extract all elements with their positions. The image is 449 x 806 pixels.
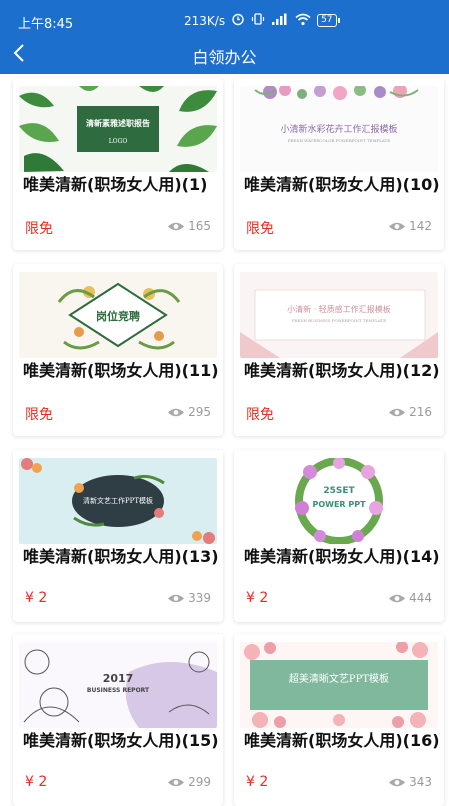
view-count-value: 216: [409, 405, 432, 419]
thumbnail-line1: 清新素雅述职报告: [86, 118, 150, 128]
price-label: ¥ 2: [246, 774, 269, 790]
price-label: 限免: [246, 221, 274, 237]
template-card-6[interactable]: 25SET POWER PPT 唯美清新(职场女人用)(14) ¥ 2 444: [234, 450, 444, 622]
view-count-value: 343: [409, 775, 432, 789]
price-label: ¥ 2: [25, 590, 48, 606]
thumbnail-line2: BUSINESS REPORT: [86, 687, 150, 694]
alarm-icon: [231, 12, 245, 29]
price-label: 限免: [246, 407, 274, 423]
card-title: 唯美清新(职场女人用)(10): [244, 175, 440, 194]
template-card-5[interactable]: 清新文艺工作PPT模板 唯美清新(职场女人用)(13) ¥ 2 339: [13, 450, 223, 622]
network-speed: 213K/s: [184, 13, 226, 28]
eye-icon: [389, 408, 406, 416]
page-title: 白领办公: [192, 48, 257, 67]
eye-icon: [168, 222, 185, 230]
status-time: 上午8:45: [18, 17, 74, 32]
thumbnail-image: 清新素雅述职报告 LOGO: [19, 86, 217, 172]
card-title: 唯美清新(职场女人用)(15): [23, 731, 219, 750]
eye-icon: [168, 594, 185, 602]
thumbnail-image: 清新文艺工作PPT模板: [19, 458, 217, 544]
card-title: 唯美清新(职场女人用)(16): [244, 731, 440, 750]
thumbnail-line1: 超美清晰文艺PPT模板: [288, 674, 390, 685]
vibrate-icon: [251, 12, 265, 29]
price-label: ¥ 2: [246, 590, 269, 606]
template-card-4[interactable]: 小清新 · 轻质感工作汇报模板 FRESH BUSINESS POWERPOIN…: [234, 264, 444, 436]
card-title: 唯美清新(职场女人用)(11): [23, 361, 219, 380]
eye-icon: [389, 594, 406, 602]
battery-level: 57: [317, 14, 337, 27]
thumbnail-image: 超美清晰文艺PPT模板: [240, 642, 438, 728]
thumbnail-image: 小清新 · 轻质感工作汇报模板 FRESH BUSINESS POWERPOIN…: [240, 272, 438, 358]
view-count-value: 295: [188, 405, 211, 419]
template-card-7[interactable]: 2017 BUSINESS REPORT 唯美清新(职场女人用)(15) ¥ 2…: [13, 634, 223, 806]
thumbnail-line2: FRESH WATERCOLOR POWERPOINT TEMPLATE: [287, 138, 391, 143]
price-label: 限免: [25, 407, 53, 423]
view-count: 165: [167, 219, 211, 233]
template-card-3[interactable]: 岗位竞聘 唯美清新(职场女人用)(11) 限免 295: [13, 264, 223, 436]
view-count-value: 339: [188, 591, 211, 605]
view-count-value: 299: [188, 775, 211, 789]
view-count: 343: [388, 775, 432, 789]
view-count-value: 165: [188, 219, 211, 233]
thumbnail-line1: 25SET: [323, 486, 355, 496]
view-count-value: 142: [409, 219, 432, 233]
template-card-2[interactable]: 小清新水彩花卉工作汇报模板 FRESH WATERCOLOR POWERPOIN…: [234, 78, 444, 250]
price-label: ¥ 2: [25, 774, 48, 790]
view-count: 142: [388, 219, 432, 233]
wifi-icon: [295, 13, 311, 29]
thumbnail-line2: POWER PPT: [312, 500, 366, 509]
view-count: 444: [388, 591, 432, 605]
eye-icon: [389, 778, 406, 786]
eye-icon: [168, 408, 185, 416]
thumbnail-line1: 清新文艺工作PPT模板: [82, 497, 154, 505]
thumbnail-line1: 2017: [102, 672, 134, 685]
price-label: 限免: [25, 221, 53, 237]
thumbnail-image: 岗位竞聘: [19, 272, 217, 358]
thumbnail-line1: 岗位竞聘: [96, 310, 140, 323]
battery-icon: 57: [317, 14, 340, 27]
card-title: 唯美清新(职场女人用)(14): [244, 547, 440, 566]
view-count: 299: [167, 775, 211, 789]
view-count: 295: [167, 405, 211, 419]
eye-icon: [168, 778, 185, 786]
signal-icon: [271, 13, 289, 29]
card-title: 唯美清新(职场女人用)(13): [23, 547, 219, 566]
template-card-8[interactable]: 超美清晰文艺PPT模板 唯美清新(职场女人用)(16) ¥ 2 343: [234, 634, 444, 806]
status-icons: 213K/s 57: [184, 12, 340, 29]
thumbnail-line1: 小清新水彩花卉工作汇报模板: [280, 125, 398, 135]
thumbnail-line2: LOGO: [108, 138, 128, 145]
thumbnail-image: 2017 BUSINESS REPORT: [19, 642, 217, 728]
view-count: 339: [167, 591, 211, 605]
header-bar: 白领办公: [0, 34, 449, 74]
thumbnail-line2: FRESH BUSINESS POWERPOINT TEMPLATE: [291, 318, 387, 323]
card-title: 唯美清新(职场女人用)(12): [244, 361, 440, 380]
status-bar: 上午8:45 213K/s 57: [0, 0, 449, 34]
thumbnail-image: 小清新水彩花卉工作汇报模板 FRESH WATERCOLOR POWERPOIN…: [240, 86, 438, 172]
template-card-1[interactable]: 清新素雅述职报告 LOGO 唯美清新(职场女人用)(1) 限免 165: [13, 78, 223, 250]
card-title: 唯美清新(职场女人用)(1): [23, 175, 208, 194]
thumbnail-line1: 小清新 · 轻质感工作汇报模板: [287, 305, 391, 314]
thumbnail-image: 25SET POWER PPT: [240, 458, 438, 544]
eye-icon: [389, 222, 406, 230]
view-count-value: 444: [409, 591, 432, 605]
view-count: 216: [388, 405, 432, 419]
